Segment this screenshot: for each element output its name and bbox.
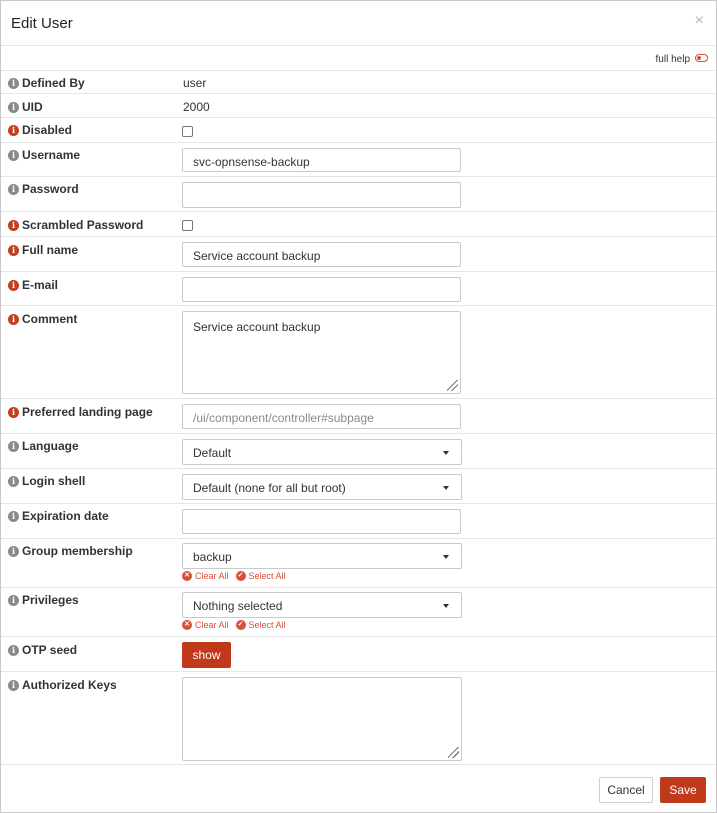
dialog-header: Edit User × bbox=[1, 1, 716, 46]
row-email: i E-mail bbox=[1, 271, 716, 306]
field-label: i Preferred landing page bbox=[8, 405, 153, 419]
chevron-down-icon bbox=[443, 451, 449, 455]
show-otp-button[interactable]: show bbox=[182, 642, 231, 668]
field-label: i Login shell bbox=[8, 474, 85, 488]
group-membership-select[interactable]: backup bbox=[182, 543, 462, 569]
dialog-footer: Cancel Save bbox=[1, 764, 716, 813]
comment-text: Service account backup bbox=[193, 320, 321, 334]
clear-all-button[interactable]: ✕ Clear All bbox=[182, 571, 229, 581]
login-shell-select[interactable]: Default (none for all but root) bbox=[182, 474, 462, 500]
field-label: i Defined By bbox=[8, 76, 85, 90]
field-label: i Comment bbox=[8, 312, 77, 326]
privileges-select[interactable]: Nothing selected bbox=[182, 592, 462, 618]
privileges-actions: ✕ Clear All ✓ Select All bbox=[182, 620, 293, 630]
field-label: i Privileges bbox=[8, 593, 79, 607]
field-label: i OTP seed bbox=[8, 643, 77, 657]
group-membership-actions: ✕ Clear All ✓ Select All bbox=[182, 571, 293, 581]
full-help-toggle[interactable] bbox=[695, 54, 708, 62]
help-bar: full help bbox=[1, 46, 716, 71]
field-label: i Disabled bbox=[8, 123, 72, 137]
info-icon[interactable]: i bbox=[8, 124, 19, 136]
row-uid: i UID 2000 bbox=[1, 93, 716, 118]
info-icon[interactable]: i bbox=[8, 644, 19, 656]
field-label: i Full name bbox=[8, 243, 78, 257]
row-authorized-keys: i Authorized Keys bbox=[1, 671, 716, 765]
expiration-date-input[interactable] bbox=[182, 509, 461, 534]
info-icon[interactable]: i bbox=[8, 244, 19, 256]
info-icon[interactable]: i bbox=[8, 679, 19, 691]
language-selected: Default bbox=[193, 446, 232, 460]
cancel-button[interactable]: Cancel bbox=[599, 777, 653, 803]
info-icon[interactable]: i bbox=[8, 183, 19, 195]
field-label: i Authorized Keys bbox=[8, 678, 117, 692]
field-label: i UID bbox=[8, 100, 43, 114]
close-icon[interactable]: × bbox=[695, 13, 704, 29]
language-select[interactable]: Default bbox=[182, 439, 462, 465]
scrambled-password-checkbox[interactable] bbox=[182, 220, 193, 231]
info-icon[interactable]: i bbox=[8, 594, 19, 606]
row-defined-by: i Defined By user bbox=[1, 70, 716, 94]
full-name-input[interactable]: Service account backup bbox=[182, 242, 461, 267]
row-full-name: i Full name Service account backup bbox=[1, 236, 716, 272]
info-icon[interactable]: i bbox=[8, 101, 19, 113]
chevron-down-icon bbox=[443, 604, 449, 608]
clear-icon: ✕ bbox=[182, 620, 192, 630]
field-label: i Expiration date bbox=[8, 509, 109, 523]
row-login-shell: i Login shell Default (none for all but … bbox=[1, 468, 716, 504]
full-help-label: full help bbox=[655, 54, 690, 65]
field-label: i Password bbox=[8, 182, 79, 196]
chevron-down-icon bbox=[443, 555, 449, 559]
row-otp-seed: i OTP seed show bbox=[1, 636, 716, 672]
save-button[interactable]: Save bbox=[660, 777, 706, 803]
privileges-selected: Nothing selected bbox=[193, 599, 283, 613]
username-input[interactable]: svc-opnsense-backup bbox=[182, 148, 461, 172]
select-all-button[interactable]: ✓ Select All bbox=[235, 571, 286, 581]
check-icon: ✓ bbox=[235, 620, 246, 630]
info-icon[interactable]: i bbox=[8, 219, 19, 231]
info-icon[interactable]: i bbox=[8, 510, 19, 522]
landing-page-input[interactable]: /ui/component/controller#subpage bbox=[182, 404, 461, 429]
email-input[interactable] bbox=[182, 277, 461, 302]
info-icon[interactable]: i bbox=[8, 77, 19, 89]
info-icon[interactable]: i bbox=[8, 475, 19, 487]
password-input[interactable] bbox=[182, 182, 461, 208]
comment-textarea[interactable]: Service account backup bbox=[182, 311, 461, 394]
row-password: i Password bbox=[1, 176, 716, 212]
row-username: i Username svc-opnsense-backup bbox=[1, 142, 716, 177]
row-privileges: i Privileges Nothing selected ✕ Clear Al… bbox=[1, 587, 716, 637]
field-label: i E-mail bbox=[8, 278, 58, 292]
check-icon: ✓ bbox=[235, 571, 246, 581]
resize-grip-icon[interactable] bbox=[448, 747, 459, 758]
dialog-title: Edit User bbox=[11, 15, 73, 32]
resize-grip-icon[interactable] bbox=[447, 380, 458, 391]
field-label: i Language bbox=[8, 439, 79, 453]
disabled-checkbox[interactable] bbox=[182, 126, 193, 137]
clear-icon: ✕ bbox=[182, 571, 192, 581]
info-icon[interactable]: i bbox=[8, 406, 19, 418]
login-shell-selected: Default (none for all but root) bbox=[193, 481, 346, 495]
field-label: i Username bbox=[8, 148, 80, 162]
authorized-keys-textarea[interactable] bbox=[182, 677, 462, 761]
uid-value: 2000 bbox=[183, 100, 210, 114]
edit-user-dialog: Edit User × full help i Defined By user … bbox=[0, 0, 717, 813]
info-icon[interactable]: i bbox=[8, 313, 19, 325]
chevron-down-icon bbox=[443, 486, 449, 490]
select-all-button[interactable]: ✓ Select All bbox=[235, 620, 286, 630]
field-label: i Scrambled Password bbox=[8, 218, 143, 232]
info-icon[interactable]: i bbox=[8, 545, 19, 557]
row-disabled: i Disabled bbox=[1, 117, 716, 143]
field-label: i Group membership bbox=[8, 544, 133, 558]
row-scrambled-password: i Scrambled Password bbox=[1, 211, 716, 237]
row-landing-page: i Preferred landing page /ui/component/c… bbox=[1, 398, 716, 434]
info-icon[interactable]: i bbox=[8, 440, 19, 452]
info-icon[interactable]: i bbox=[8, 149, 19, 161]
row-expiration-date: i Expiration date bbox=[1, 503, 716, 539]
info-icon[interactable]: i bbox=[8, 279, 19, 291]
row-comment: i Comment Service account backup bbox=[1, 305, 716, 399]
group-membership-selected: backup bbox=[193, 550, 232, 564]
clear-all-button[interactable]: ✕ Clear All bbox=[182, 620, 229, 630]
row-group-membership: i Group membership backup ✕ Clear All ✓ … bbox=[1, 538, 716, 588]
row-language: i Language Default bbox=[1, 433, 716, 469]
defined-by-value: user bbox=[183, 76, 207, 90]
